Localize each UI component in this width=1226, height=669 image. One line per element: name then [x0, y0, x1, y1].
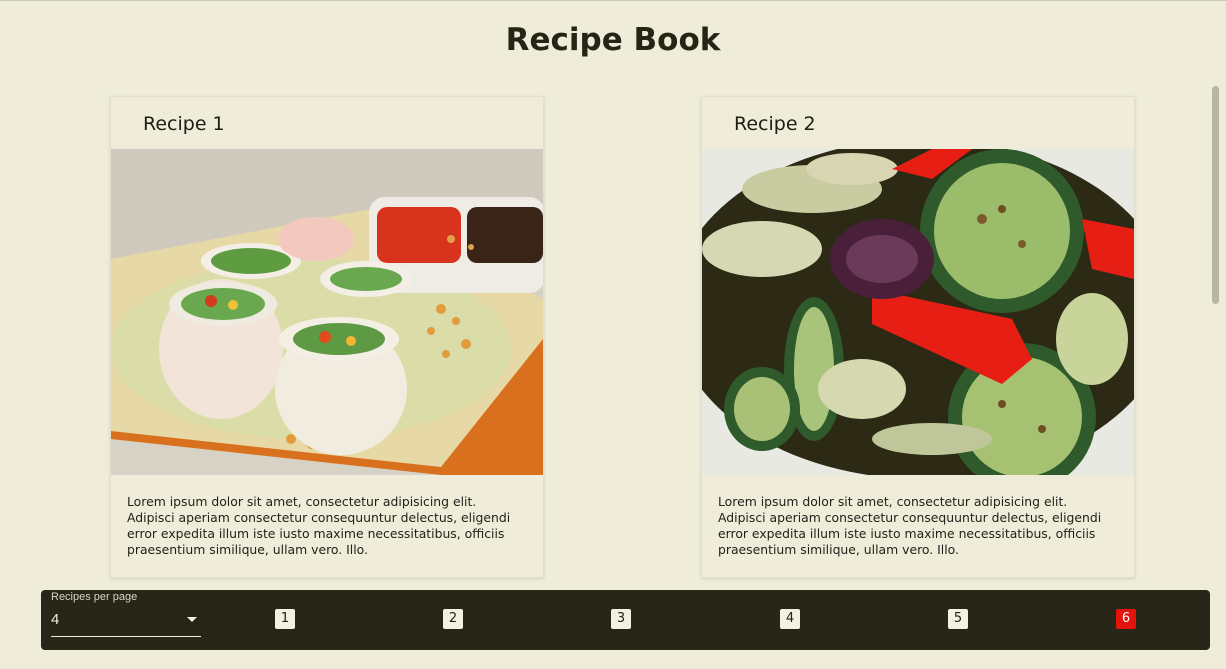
page-title: Recipe Book	[505, 22, 721, 58]
top-divider	[0, 0, 1226, 1]
recipe-title: Recipe 1	[143, 113, 225, 135]
page-button-4[interactable]: 4	[780, 609, 800, 629]
scrollbar-thumb[interactable]	[1212, 86, 1219, 304]
page-button-3[interactable]: 3	[611, 609, 631, 629]
recipe-image-spring-rolls	[111, 149, 543, 475]
caret-down-icon	[187, 617, 197, 622]
recipes-per-page-select[interactable]: Recipes per page 4	[51, 590, 201, 637]
recipe-description: Lorem ipsum dolor sit amet, consectetur …	[127, 494, 511, 557]
page-button-2[interactable]: 2	[443, 609, 463, 629]
page-button-6[interactable]: 6	[1116, 609, 1136, 629]
recipe-card[interactable]: Recipe 1 Lorem ipsum dolor sit amet, con…	[110, 96, 544, 578]
recipes-per-page-value: 4	[51, 611, 60, 628]
page-button-5[interactable]: 5	[948, 609, 968, 629]
recipes-per-page-label: Recipes per page	[51, 591, 138, 603]
recipe-description: Lorem ipsum dolor sit amet, consectetur …	[718, 494, 1102, 557]
recipe-image-grilled-vegetables	[702, 149, 1134, 475]
pagination-bar: Recipes per page 4 1 2 3 4 5 6	[41, 590, 1210, 650]
recipe-title: Recipe 2	[734, 113, 816, 135]
recipe-card[interactable]: Recipe 2 Lorem ipsum dolor sit amet, con…	[701, 96, 1135, 578]
page-scrollbar[interactable]	[1210, 86, 1220, 574]
page-button-1[interactable]: 1	[275, 609, 295, 629]
